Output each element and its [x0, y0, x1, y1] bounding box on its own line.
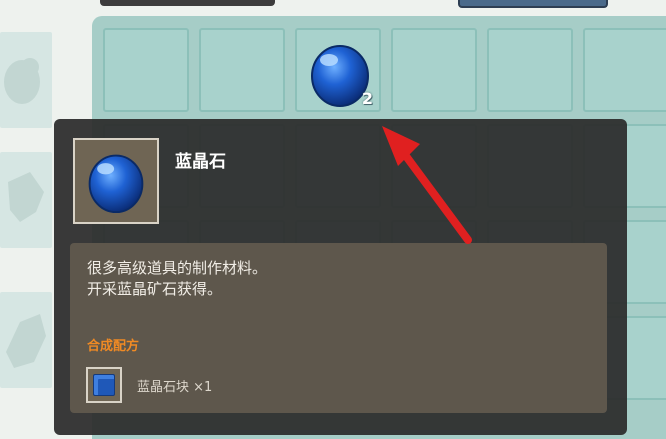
recipe-ingredient-icon-frame[interactable]: [86, 367, 122, 403]
inventory-slot[interactable]: [583, 28, 666, 112]
category-slot[interactable]: [0, 32, 52, 128]
item-count: 2: [361, 89, 373, 108]
description-line: 很多高级道具的制作材料。: [87, 259, 268, 277]
inventory-slot[interactable]: [487, 28, 573, 112]
blue-crystal-block-icon: [93, 374, 115, 396]
item-tooltip: 蓝晶石 很多高级道具的制作材料。 开采蓝晶矿石获得。 合成配方 蓝晶石块 ×1: [54, 119, 627, 435]
tooltip-description-box: 很多高级道具的制作材料。 开采蓝晶矿石获得。 合成配方 蓝晶石块 ×1: [70, 243, 607, 413]
inventory-slot[interactable]: [391, 28, 477, 112]
recipe-ingredient-label: 蓝晶石块 ×1: [137, 380, 213, 395]
left-category-column: [0, 22, 56, 439]
category-slot[interactable]: [0, 152, 52, 248]
recipe-title: 合成配方: [87, 339, 140, 354]
blue-crystal-gem-icon: [88, 154, 144, 214]
description-line: 开采蓝晶矿石获得。: [87, 280, 223, 298]
inventory-slot[interactable]: [199, 28, 285, 112]
creature-silhouette-icon: [6, 314, 46, 368]
top-bar: [100, 0, 275, 6]
tooltip-item-name: 蓝晶石: [175, 152, 226, 172]
creature-silhouette-icon: [4, 58, 40, 104]
category-slot[interactable]: [0, 292, 52, 388]
inventory-slot[interactable]: [103, 28, 189, 112]
top-button[interactable]: [458, 0, 608, 8]
inventory-slot-blue-crystal[interactable]: 2: [295, 28, 381, 112]
creature-silhouette-icon: [8, 172, 44, 222]
tooltip-item-icon-frame: [73, 138, 159, 224]
